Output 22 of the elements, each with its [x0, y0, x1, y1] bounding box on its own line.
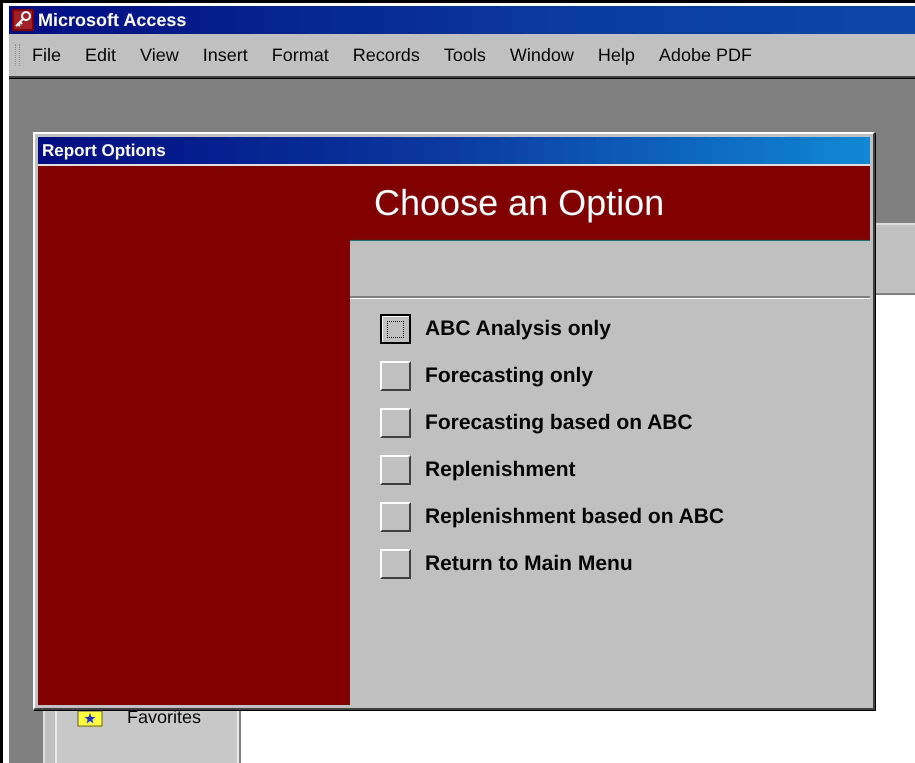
menu-item[interactable]: Insert	[202, 44, 248, 66]
group-label[interactable]: Favorites	[127, 707, 202, 728]
key-icon	[12, 9, 34, 31]
dialog-title: Report Options	[42, 140, 166, 160]
option-label: ABC Analysis only	[425, 317, 611, 341]
option-label: Replenishment	[425, 458, 576, 482]
menu-item[interactable]: Adobe PDF	[658, 44, 752, 66]
option-button[interactable]	[380, 314, 411, 344]
menu-item[interactable]: Edit	[85, 44, 116, 66]
option-label: Return to Main Menu	[425, 552, 633, 576]
option-label: Replenishment based on ABC	[425, 505, 724, 529]
heading: Choose an Option	[374, 182, 664, 224]
option-label: Forecasting based on ABC	[425, 411, 693, 435]
menu-item[interactable]: Window	[510, 44, 574, 66]
menu-item[interactable]: View	[140, 44, 179, 66]
menu-item[interactable]: File	[32, 44, 62, 66]
menu-item[interactable]: Records	[352, 44, 420, 66]
menu-item[interactable]: Tools	[444, 44, 486, 66]
menu-item[interactable]: Format	[272, 44, 329, 66]
menu-item[interactable]: Help	[598, 44, 635, 66]
option-label: Forecasting only	[425, 364, 594, 388]
window-title: Microsoft Access	[38, 10, 186, 30]
